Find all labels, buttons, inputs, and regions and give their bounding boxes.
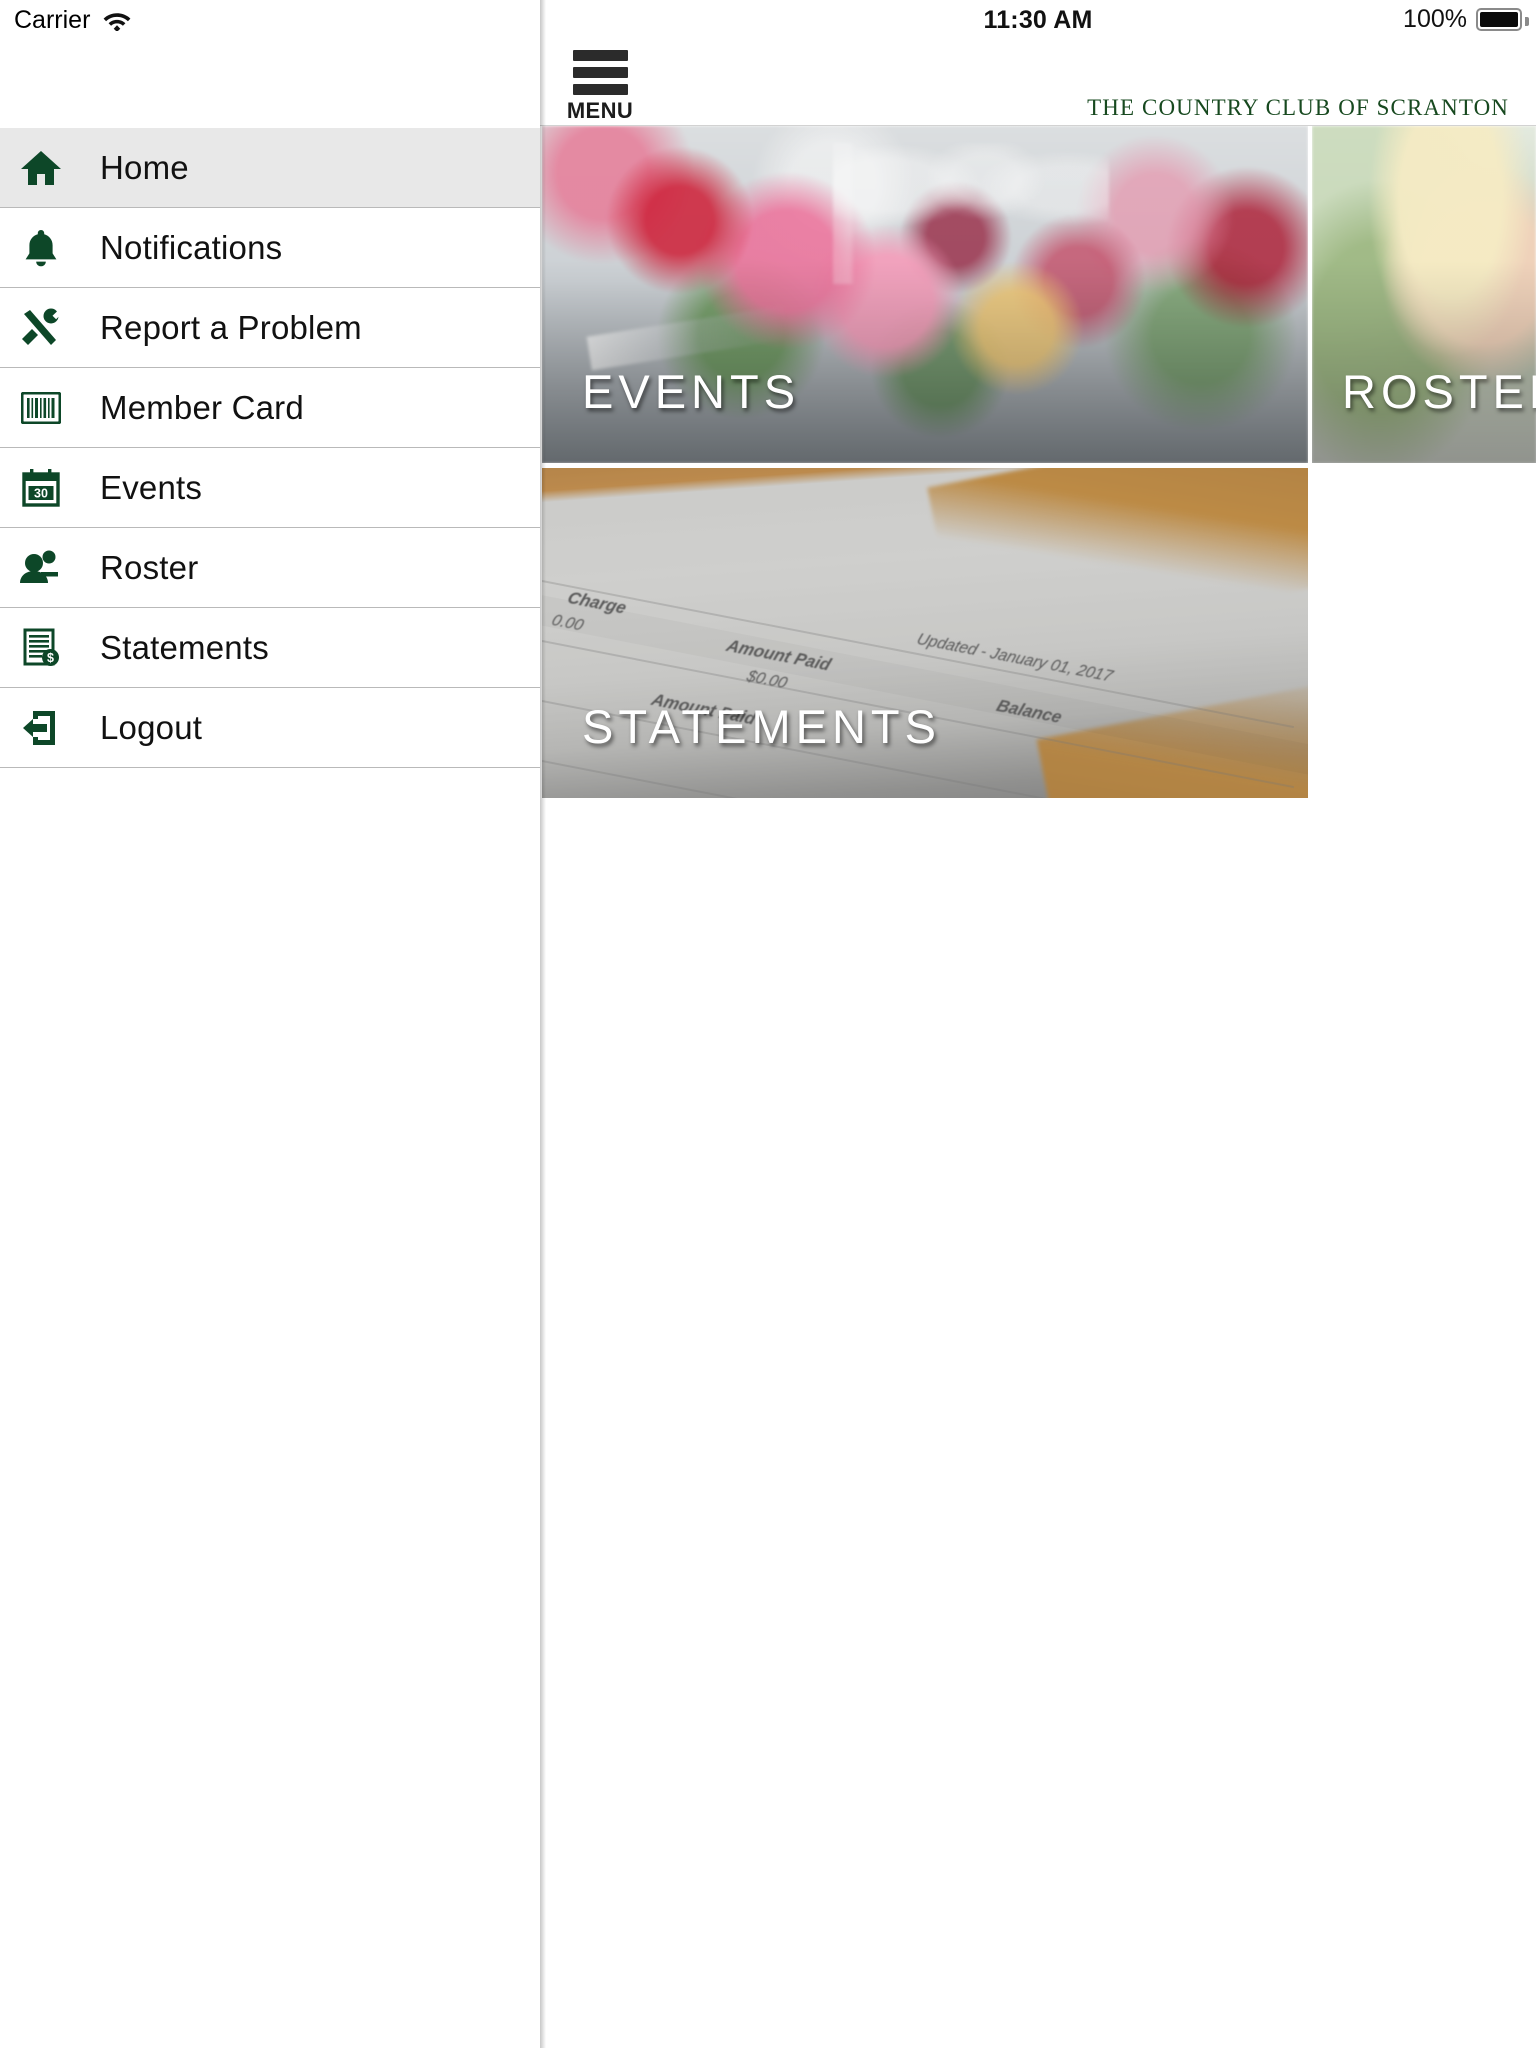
tile-events[interactable]: EVENTS [542,126,1308,463]
hamburger-menu-icon [572,50,628,95]
carrier-label: Carrier [14,5,91,34]
status-bar-clock: 11:30 AM [983,6,1093,34]
tools-icon [17,308,65,348]
wifi-icon [102,9,132,32]
tile-roster-label: ROSTER [1342,365,1536,418]
document-dollar-icon: $ [17,628,65,668]
svg-text:$: $ [47,651,54,665]
club-title: THE COUNTRY CLUB OF SCRANTON [1087,95,1509,120]
status-bar-carrier-group: Carrier [0,0,540,40]
tile-events-label: EVENTS [582,365,801,418]
sidebar-item-notifications[interactable]: Notifications [0,208,540,288]
sidebar-item-label: Roster [100,548,199,586]
battery-full-icon [1476,8,1529,31]
status-bar-battery-group: 100% [1403,5,1529,34]
sidebar-item-label: Logout [100,708,203,746]
menu-button-label: MENU [566,98,634,123]
sidebar-item-roster[interactable]: Roster [0,528,540,608]
sidebar-item-label: Statements [100,628,269,666]
sidebar-item-events[interactable]: 30 Events [0,448,540,528]
sidebar-item-report-a-problem[interactable]: Report a Problem [0,288,540,368]
main-content-pane: 11:30 AM 100% MENU THE COUNTRY CLUB OF S… [540,0,1536,2048]
ios-status-bar: 11:30 AM 100% [540,0,1536,40]
home-icon [17,148,65,188]
navigation-drawer: Carrier Home Notifications Report a Prob… [0,0,540,2048]
logout-arrow-icon [17,709,65,747]
sidebar-item-member-card[interactable]: Member Card [0,368,540,448]
hamburger-menu-button[interactable]: MENU [567,50,633,124]
bell-icon [17,228,65,268]
sidebar-item-label: Events [100,468,203,506]
tile-statements[interactable]: Charge 0.00 Amount Paid $0.00 Amount Pai… [542,468,1308,798]
people-icon [17,549,65,587]
barcode-card-icon [17,391,65,424]
tile-statements-label: STATEMENTS [582,700,941,753]
sidebar-item-label: Report a Problem [100,308,362,346]
app-header: MENU THE COUNTRY CLUB OF SCRANTON [540,40,1536,126]
svg-text:30: 30 [34,486,48,500]
app-root: 11:30 AM 100% MENU THE COUNTRY CLUB OF S… [0,0,1536,2048]
tile-roster[interactable]: ROSTER [1312,126,1536,463]
sidebar-item-label: Home [100,148,189,186]
sidebar-item-label: Member Card [100,388,304,426]
sidebar-item-home[interactable]: Home [0,128,540,208]
sidebar-item-label: Notifications [100,228,283,266]
sidebar-menu-list: Home Notifications Report a Problem Memb… [0,128,540,768]
battery-percent-label: 100% [1403,5,1467,33]
sidebar-item-logout[interactable]: Logout [0,688,540,768]
sidebar-item-statements[interactable]: $ Statements [0,608,540,688]
calendar-30-icon: 30 [17,468,65,508]
